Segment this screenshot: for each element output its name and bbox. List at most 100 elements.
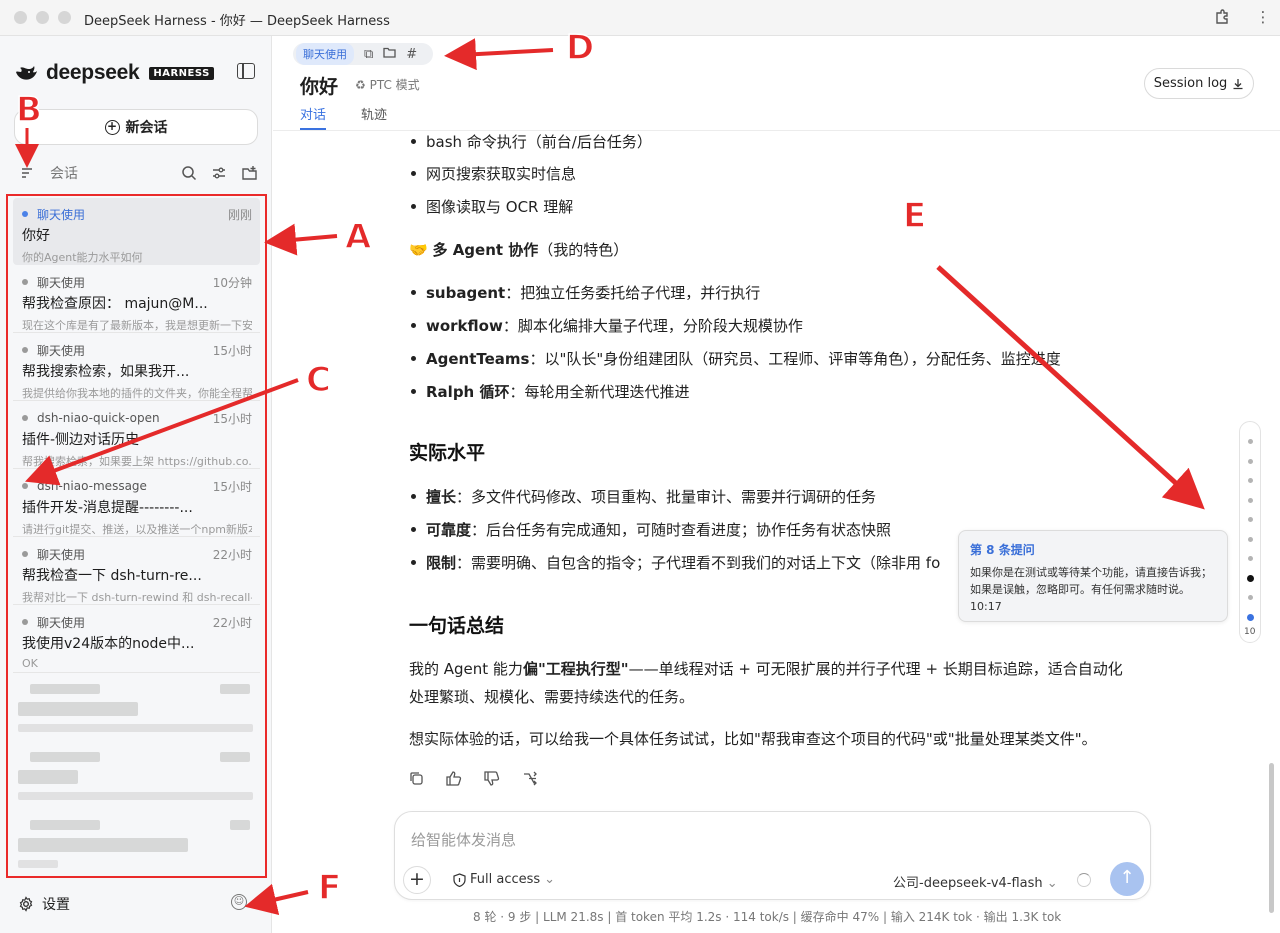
session-stats: 8 轮 · 9 步 | LLM 21.8s | 首 token 平均 1.2s … xyxy=(473,910,1062,924)
question-index-rail[interactable]: 10 xyxy=(1239,421,1261,643)
scrollbar[interactable] xyxy=(1269,763,1274,913)
tab-bar: 对话 轨迹 xyxy=(300,104,387,130)
multi-agent-bullet: subagent：把独立任务委托给子代理，并行执行 xyxy=(409,282,760,303)
annotation-label-f: F xyxy=(317,867,342,909)
feedback-smiley-icon[interactable]: ☺ xyxy=(231,894,247,910)
summary-paragraph: 我的 Agent 能力偏"工程执行型"——单线程对话 + 可无限扩展的并行子代理… xyxy=(409,660,1123,678)
conversation-preview: 你的Agent能力水平如何 xyxy=(22,251,143,264)
question-dot[interactable] xyxy=(1248,556,1253,561)
search-icon[interactable] xyxy=(180,164,198,182)
thumbs-down-icon[interactable] xyxy=(484,771,500,790)
page-title: 你好 xyxy=(300,76,339,98)
more-vertical-icon[interactable]: ⋮ xyxy=(1253,8,1273,28)
send-button[interactable]: ↑ xyxy=(1110,862,1144,896)
new-chat-button[interactable]: + 新会话 xyxy=(14,109,258,145)
list-item[interactable]: 聊天使用 22小时 我使用v24版本的node中... OK xyxy=(13,606,260,673)
list-item[interactable]: 聊天使用 22小时 帮我检查一下 dsh-turn-re... 我帮对比一下 ds… xyxy=(13,538,260,605)
section-heading-multi-agent: 🤝 多 Agent 协作（我的特色） xyxy=(409,241,629,259)
model-select[interactable]: 公司-deepseek-v4-flash ⌄ xyxy=(893,872,1058,891)
conversation-time: 15小时 xyxy=(212,411,252,426)
close-window-button[interactable] xyxy=(14,11,27,24)
attach-plus-button[interactable]: + xyxy=(403,866,431,894)
conversation-preview: 我提供给你我本地的插件的文件夹，你能全程帮... xyxy=(22,387,252,400)
conversation-list: 聊天使用 刚刚 你好 你的Agent能力水平如何 聊天使用 10分钟 帮我检查原因：… xyxy=(6,194,267,878)
ptc-mode-label[interactable]: ♻ PTC 模式 xyxy=(355,76,420,93)
session-log-button[interactable]: Session log xyxy=(1144,68,1254,99)
conversation-tag: 聊天使用 xyxy=(37,547,86,562)
conversation-title: 插件开发-消息提醒--------... xyxy=(22,500,193,516)
minimize-window-button[interactable] xyxy=(36,11,49,24)
tab-chat[interactable]: 对话 xyxy=(300,104,327,130)
conversation-title: 帮我检查一下 dsh-turn-re... xyxy=(22,568,202,584)
folder-icon[interactable] xyxy=(383,47,396,62)
chevron-down-icon: ⌄ xyxy=(1046,876,1058,891)
question-dot[interactable] xyxy=(1248,439,1253,444)
message-input[interactable]: 给智能体发消息 xyxy=(411,829,516,850)
question-dot[interactable] xyxy=(1248,478,1253,483)
conversation-title: 我使用v24版本的node中... xyxy=(22,636,195,652)
whale-logo-icon xyxy=(16,66,37,80)
question-dot-current[interactable] xyxy=(1247,614,1254,621)
list-item[interactable]: 聊天使用 刚刚 你好 你的Agent能力水平如何 xyxy=(13,198,260,265)
filter-icon[interactable] xyxy=(210,164,228,182)
loading-spinner-icon xyxy=(1077,873,1091,887)
capability-bullet: 图像读取与 OCR 理解 xyxy=(409,196,573,217)
settings-label: 设置 xyxy=(42,897,70,913)
main-panel: 聊天使用 ⧉ # 你好 ♻ PTC 模式 Session log 对话 轨迹 b… xyxy=(273,36,1280,933)
question-dot[interactable] xyxy=(1248,459,1253,464)
level-bullet: 限制：需要明确、自包含的指令；子代理看不到我们的对话上下文（除非用 fo xyxy=(409,552,940,573)
conversation-time: 15小时 xyxy=(212,343,252,358)
branch-icon[interactable] xyxy=(522,771,538,790)
conversation-title: 帮我检查原因： majun@M... xyxy=(22,296,208,312)
conversation-tag: 聊天使用 xyxy=(37,615,86,630)
thumbs-up-icon[interactable] xyxy=(446,771,462,790)
chat-tag-badge[interactable]: 聊天使用 xyxy=(296,43,354,65)
conversation-time: 22小时 xyxy=(212,615,252,630)
capability-bullet: bash 命令执行（前台/后台任务） xyxy=(409,131,652,152)
status-dot xyxy=(22,415,28,421)
conversation-time: 22小时 xyxy=(212,547,252,562)
sidebar: deepseek HARNESS + 新会话 会话 聊天使用 刚刚 你好 你的Ag… xyxy=(0,36,272,933)
window-titlebar: DeepSeek Harness - 你好 — DeepSeek Harness… xyxy=(0,0,1280,36)
conversation-time: 10分钟 xyxy=(212,275,252,290)
conversation-time: 刚刚 xyxy=(227,207,252,222)
logo-badge: HARNESS xyxy=(149,66,214,80)
conversation-preview: OK xyxy=(22,657,38,670)
level-bullet: 可靠度：后台任务有完成通知，可随时查看进度；协作任务有状态快照 xyxy=(409,519,891,540)
conversation-tag: dsh-niao-message xyxy=(37,479,147,493)
hash-icon[interactable]: # xyxy=(406,47,417,62)
list-item[interactable]: dsh-niao-quick-open 15小时 插件-侧边对话历史 帮我搜索检索… xyxy=(13,402,260,469)
sidebar-toggle-icon[interactable] xyxy=(237,63,255,79)
access-level-select[interactable]: Full access ⌄ xyxy=(453,872,555,887)
settings-button[interactable]: 设置 xyxy=(18,894,70,914)
level-bullet: 擅长：多文件代码修改、项目重构、批量审计、需要并行调研的任务 xyxy=(409,486,876,507)
sort-icon[interactable] xyxy=(18,164,36,182)
question-dot[interactable] xyxy=(1248,595,1253,600)
conversation-tag: 聊天使用 xyxy=(37,343,86,358)
conversation-preview: 我帮对比一下 dsh-turn-rewind 和 dsh-recall-... xyxy=(22,591,252,604)
chevron-down-icon: ⌄ xyxy=(544,872,556,887)
list-item[interactable]: 聊天使用 10分钟 帮我检查原因： majun@M... 现在这个库是有了最新版本… xyxy=(13,266,260,333)
tab-trace[interactable]: 轨迹 xyxy=(361,104,387,130)
conversation-preview: 请进行git提交、推送，以及推送一个npm新版本 xyxy=(22,523,252,536)
question-tooltip: 第 8 条提问 如果你是在测试或等待某个功能，请直接告诉我；如果是误触，忽略即可… xyxy=(958,530,1228,622)
question-dot-active[interactable] xyxy=(1247,575,1254,582)
list-item[interactable]: 聊天使用 15小时 帮我搜索检索，如果我开... 我提供给你我本地的插件的文件夹，… xyxy=(13,334,260,401)
zoom-window-button[interactable] xyxy=(58,11,71,24)
copy-icon[interactable]: ⧉ xyxy=(364,47,373,62)
new-folder-icon[interactable] xyxy=(240,164,258,182)
header-toolbar: 聊天使用 ⧉ # xyxy=(293,43,433,65)
question-dot[interactable] xyxy=(1248,537,1253,542)
gear-icon xyxy=(19,896,33,912)
multi-agent-bullet: AgentTeams：以"队长"身份组建团队（研究员、工程师、评审等角色），分配… xyxy=(409,348,1061,369)
handshake-icon: 🤝 xyxy=(409,241,428,259)
annotation-label-e: E xyxy=(902,195,927,237)
extension-icon[interactable] xyxy=(1212,8,1232,28)
copy-icon[interactable] xyxy=(409,771,424,790)
question-dot[interactable] xyxy=(1248,517,1253,522)
heading-level: 实际水平 xyxy=(409,442,486,464)
conversations-label: 会话 xyxy=(50,166,78,182)
question-dot[interactable] xyxy=(1248,498,1253,503)
conversation-title: 帮我搜索检索，如果我开... xyxy=(22,364,190,380)
list-item[interactable]: dsh-niao-message 15小时 插件开发-消息提醒--------..… xyxy=(13,470,260,537)
